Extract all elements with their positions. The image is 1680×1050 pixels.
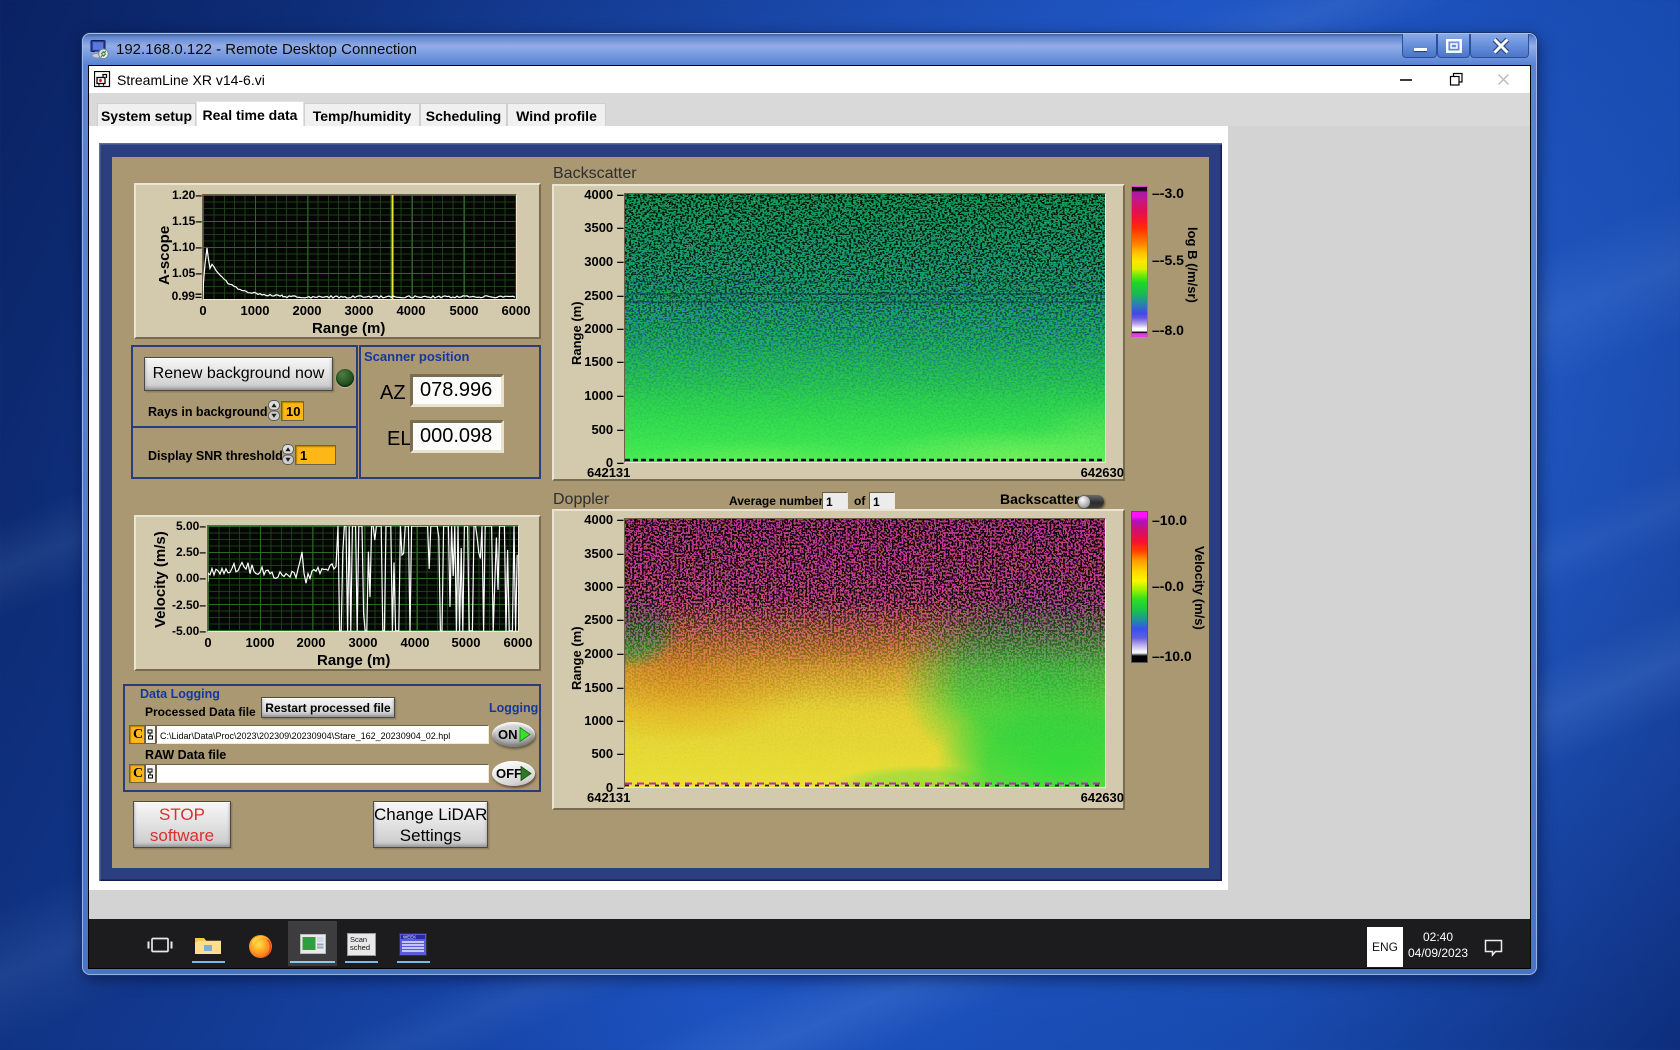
svg-text:sched: sched	[350, 943, 370, 952]
svg-text:WEEK: WEEK	[403, 935, 416, 940]
